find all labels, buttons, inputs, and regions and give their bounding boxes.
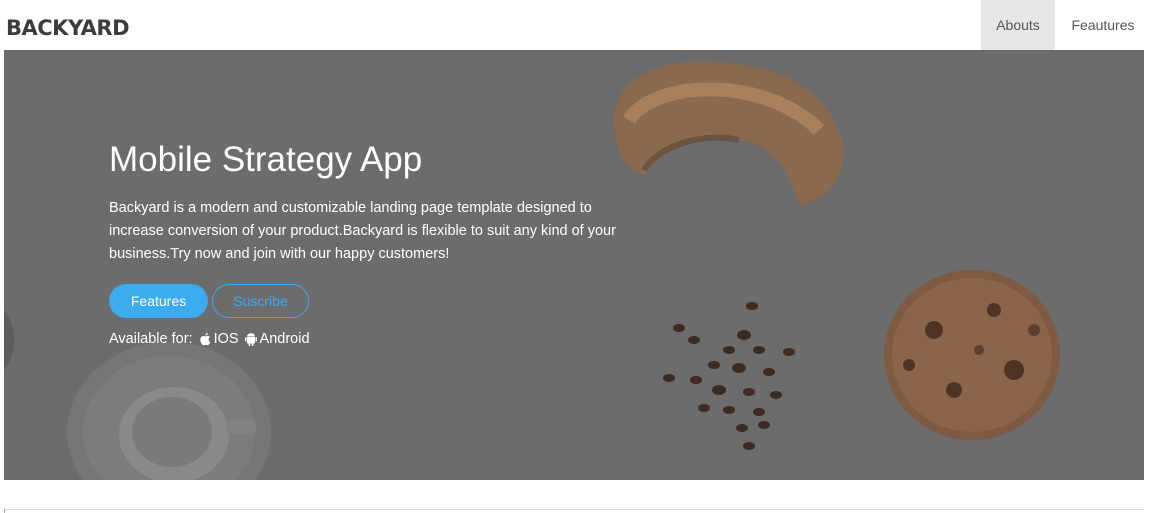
- coffee-beans-image: [663, 302, 795, 450]
- section-divider: [4, 509, 1144, 510]
- divider-tick: [4, 509, 5, 513]
- hero-title: Mobile Strategy App: [109, 140, 423, 179]
- features-button[interactable]: Features: [109, 284, 208, 318]
- available-platforms: Available for: IOS Android: [109, 330, 310, 348]
- navbar: BACKYARD Abouts Feautures: [0, 0, 1151, 50]
- hero-section: Mobile Strategy App Backyard is a modern…: [4, 50, 1144, 480]
- cookie-image: [884, 270, 1060, 440]
- android-icon: [244, 332, 257, 346]
- android-label: Android: [259, 331, 310, 347]
- coffee-cup-image: [67, 342, 271, 480]
- brand-logo-text: BACKYARD: [6, 16, 130, 40]
- available-label: Available for:: [109, 331, 193, 347]
- subscribe-button[interactable]: Suscribe: [212, 284, 309, 318]
- nav-item-feautures[interactable]: Feautures: [1055, 0, 1151, 50]
- main-nav: Abouts Feautures: [981, 0, 1151, 50]
- apple-icon: [199, 332, 211, 346]
- nav-item-abouts[interactable]: Abouts: [981, 0, 1055, 50]
- croissant-image: [613, 61, 844, 205]
- plate-edge-image: [4, 310, 14, 370]
- hero-description: Backyard is a modern and customizable la…: [109, 200, 616, 262]
- brand-logo[interactable]: BACKYARD: [6, 16, 130, 40]
- ios-label: IOS: [213, 331, 239, 347]
